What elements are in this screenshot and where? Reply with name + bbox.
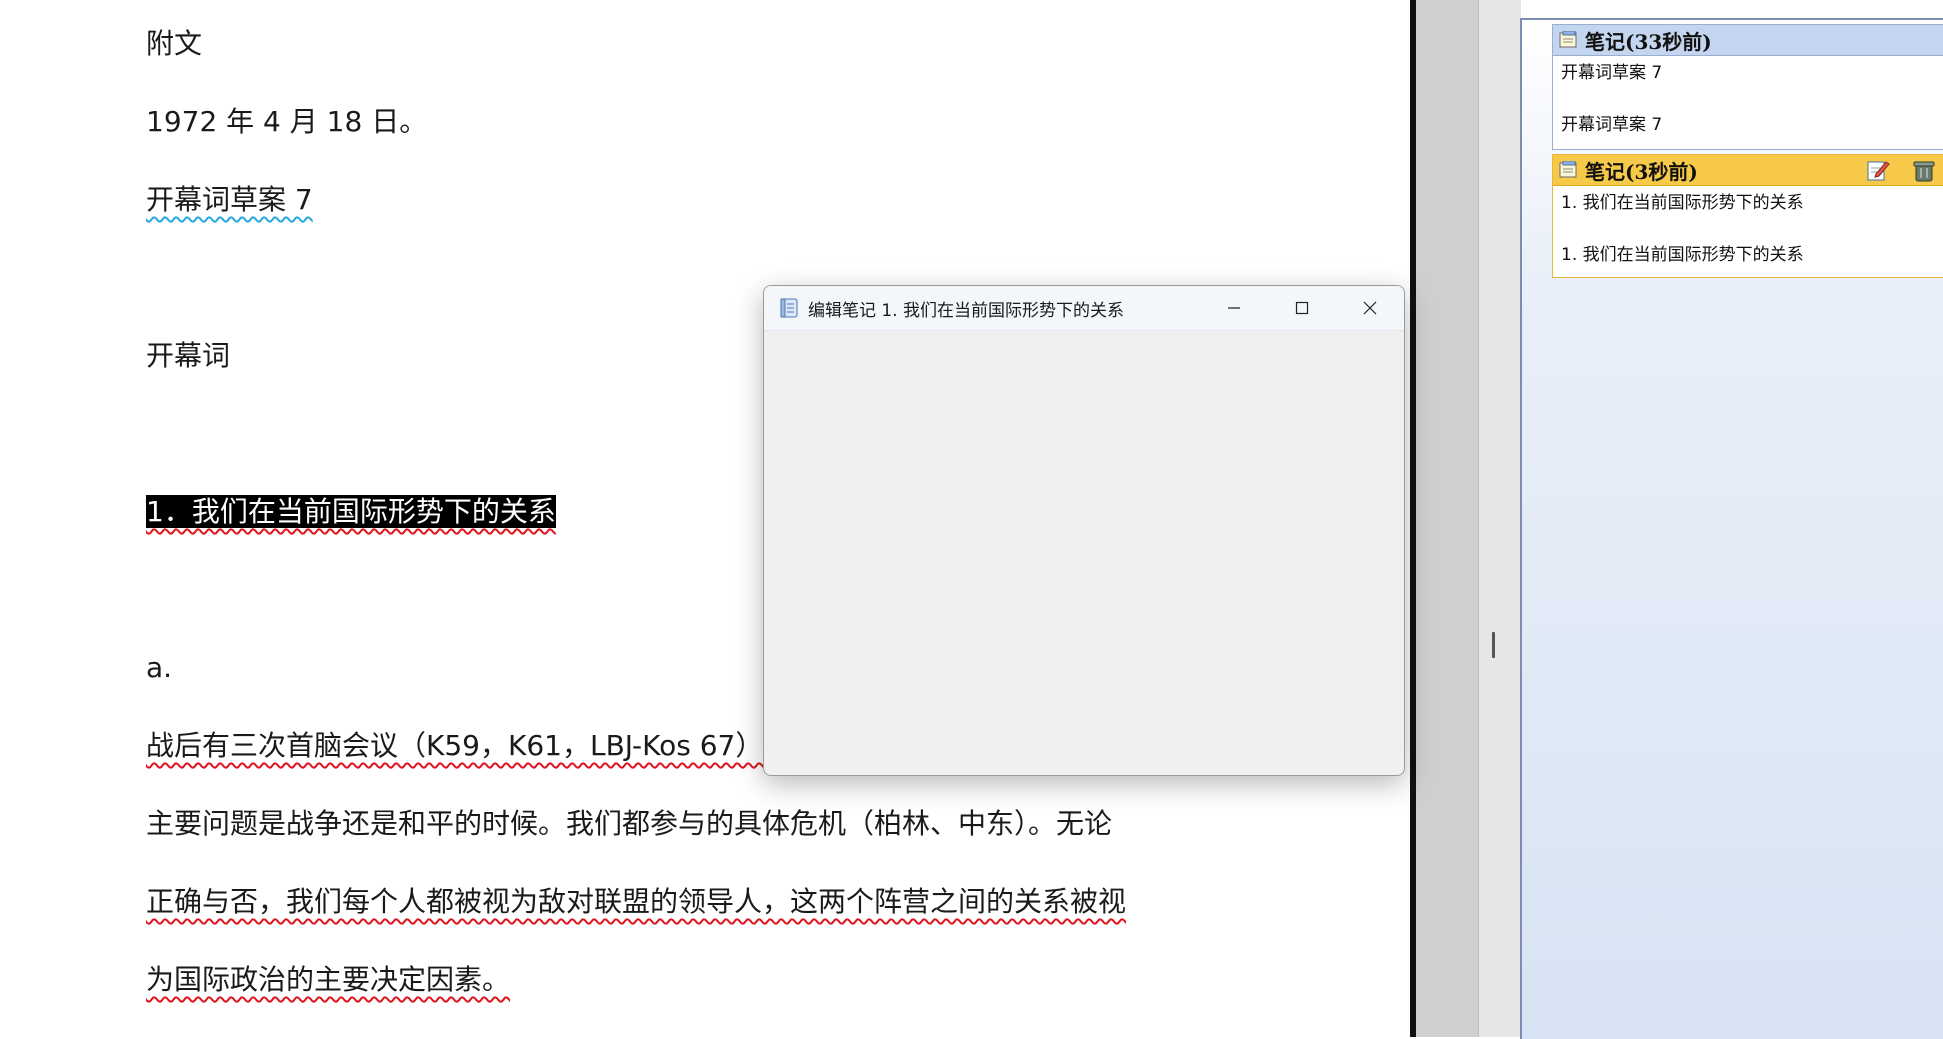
- maximize-icon: [1295, 301, 1309, 315]
- doc-text-determinant: 为国际政治的主要决定因素。: [146, 963, 511, 996]
- dialog-content-area[interactable]: [764, 331, 1404, 775]
- dialog-title: 编辑笔记 1. 我们在当前国际形势下的关系: [808, 300, 1125, 321]
- note-header[interactable]: 笔记(33秒前): [1553, 25, 1943, 56]
- note-title: 笔记(33秒前): [1585, 29, 1712, 54]
- note-line: 1. 我们在当前国际形势下的关系: [1561, 245, 1804, 265]
- doc-text-summits: 战后有三次首脑会议（K59，K61，LBJ-Kos 67）: [146, 729, 764, 762]
- splitter-grip-icon[interactable]: [1492, 632, 1495, 658]
- selected-text[interactable]: 1．我们在当前国际形势下的关系: [146, 495, 556, 528]
- minimize-button[interactable]: [1200, 286, 1268, 330]
- doc-line-summits: 战后有三次首脑会议（K59，K61，LBJ-Kos 67）: [146, 728, 763, 764]
- doc-line-date: 1972 年 4 月 18 日。: [146, 105, 428, 138]
- note-card-active[interactable]: 笔记(3秒前) 1. 我们在当前国际形势下的关系 1. 我们在当前国际形势下的关…: [1552, 154, 1943, 278]
- doc-text-leaders: 正确与否，我们每个人都被视为敌对联盟的领导人，这两个阵营之间的关系被视: [146, 885, 1127, 918]
- doc-line-determinant: 为国际政治的主要决定因素。: [146, 962, 510, 998]
- note-line: 开幕词草案 7: [1561, 115, 1663, 135]
- edit-note-dialog[interactable]: 编辑笔记 1. 我们在当前国际形势下的关系: [763, 285, 1405, 776]
- notes-panel: 笔记(33秒前) 开幕词草案 7 开幕词草案 7 笔记(3秒前) 1. 我们在当…: [1520, 18, 1943, 1039]
- note-header[interactable]: 笔记(3秒前): [1553, 155, 1943, 186]
- doc-line-leaders: 正确与否，我们每个人都被视为敌对联盟的领导人，这两个阵营之间的关系被视: [146, 884, 1126, 920]
- splitter[interactable]: [1478, 0, 1521, 1037]
- note-title: 笔记(3秒前): [1585, 159, 1698, 184]
- maximize-button[interactable]: [1268, 286, 1336, 330]
- doc-line-a: a.: [146, 651, 173, 684]
- note-line: 1. 我们在当前国际形势下的关系: [1561, 193, 1804, 213]
- pane-gutter: [1416, 0, 1478, 1037]
- note-line: 开幕词草案 7: [1561, 63, 1663, 83]
- doc-line-draft-title: 开幕词草案 7: [146, 183, 313, 216]
- note-content: 1. 我们在当前国际形势下的关系 1. 我们在当前国际形势下的关系: [1553, 186, 1943, 272]
- doc-line-opening: 开幕词: [146, 339, 231, 372]
- note-content: 开幕词草案 7 开幕词草案 7: [1553, 56, 1943, 142]
- minimize-icon: [1228, 307, 1240, 309]
- doc-line-main-issue: 主要问题是战争还是和平的时候。我们都参与的具体危机（柏林、中东）。无论: [146, 807, 1113, 840]
- edit-note-icon[interactable]: [1866, 158, 1890, 182]
- note-icon: [1559, 161, 1579, 179]
- notebook-icon: [778, 297, 800, 319]
- note-icon: [1559, 31, 1579, 49]
- doc-line-section-1: 1．我们在当前国际形势下的关系: [146, 494, 556, 530]
- note-card[interactable]: 笔记(33秒前) 开幕词草案 7 开幕词草案 7: [1552, 24, 1943, 150]
- dialog-titlebar[interactable]: 编辑笔记 1. 我们在当前国际形势下的关系: [764, 286, 1404, 331]
- close-button[interactable]: [1336, 286, 1404, 330]
- close-icon: [1363, 301, 1377, 315]
- delete-note-icon[interactable]: [1912, 158, 1936, 182]
- doc-line-appendix: 附文: [146, 27, 203, 60]
